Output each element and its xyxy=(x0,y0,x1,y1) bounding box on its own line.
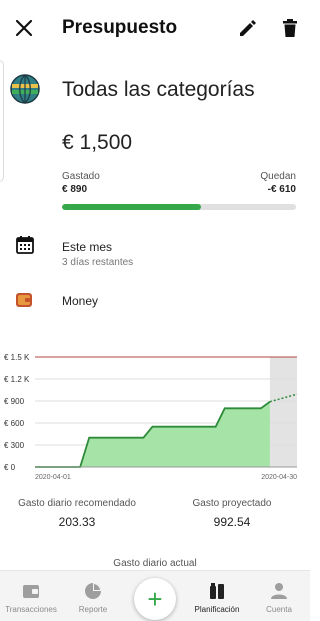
app-bar: Presupuesto xyxy=(0,0,310,56)
pie-chart-icon xyxy=(85,583,101,599)
nav-transactions[interactable]: Transacciones xyxy=(0,571,62,621)
recommended-daily-label: Gasto diario recomendado xyxy=(18,498,136,509)
y-tick-label: € 300 xyxy=(4,441,25,450)
nav-planning-label: Planificación xyxy=(194,605,240,614)
x-tick-label: 2020-04-30 xyxy=(261,474,297,481)
globe-icon xyxy=(10,74,40,104)
budget-amount: € 1,500 xyxy=(62,131,133,154)
y-tick-label: € 900 xyxy=(4,397,25,406)
y-tick-label: € 1.2 K xyxy=(4,375,30,384)
nav-account-label: Cuenta xyxy=(266,605,292,614)
planning-icon xyxy=(210,583,224,599)
remaining-label: Quedan xyxy=(260,171,296,182)
close-icon[interactable] xyxy=(12,16,36,40)
nav-planning[interactable]: Planificación xyxy=(186,571,248,621)
spending-area xyxy=(35,401,270,467)
projection-area xyxy=(269,357,297,467)
wallet-icon xyxy=(23,585,39,598)
budget-progress-fill xyxy=(62,204,201,210)
page-title: Presupuesto xyxy=(62,17,178,38)
drawer-edge xyxy=(0,60,4,182)
edit-icon[interactable] xyxy=(236,16,260,40)
y-tick-label: € 600 xyxy=(4,419,25,428)
wallet-icon xyxy=(16,293,32,307)
spent-label: Gastado xyxy=(62,171,100,182)
nav-transactions-label: Transacciones xyxy=(5,605,57,614)
nav-account[interactable]: Cuenta xyxy=(248,571,310,621)
recommended-daily-stat: Gasto diario recomendado 203.33 xyxy=(2,498,152,529)
add-transaction-button[interactable]: + xyxy=(134,578,176,620)
calendar-icon xyxy=(16,236,34,254)
delete-icon[interactable] xyxy=(278,16,302,40)
nav-report[interactable]: Reporte xyxy=(62,571,124,621)
period-remaining: 3 días restantes xyxy=(62,257,134,268)
period-label[interactable]: Este mes xyxy=(62,240,112,254)
current-daily-label: Gasto diario actual xyxy=(113,558,197,569)
y-tick-label: € 1.5 K xyxy=(4,353,30,362)
spending-chart: € 0 € 300 € 600 € 900 € 1.2 K € 1.5 K 2020-04-… xyxy=(4,353,298,481)
category-title: Todas las categorías xyxy=(62,78,255,101)
budget-progress-bar xyxy=(62,204,296,210)
recommended-daily-value: 203.33 xyxy=(58,515,96,529)
projected-spend-value: 992.54 xyxy=(213,515,251,529)
remaining-value: -€ 610 xyxy=(267,184,296,195)
nav-report-label: Reporte xyxy=(78,605,108,614)
x-tick-label: 2020-04-01 xyxy=(35,474,71,481)
projected-spend-label: Gasto proyectado xyxy=(192,498,272,509)
account-label[interactable]: Money xyxy=(62,294,98,308)
account-icon xyxy=(271,583,287,599)
spent-value: € 890 xyxy=(62,184,88,195)
projected-spend-stat: Gasto proyectado 992.54 xyxy=(157,498,307,529)
y-tick-label: € 0 xyxy=(4,463,16,472)
